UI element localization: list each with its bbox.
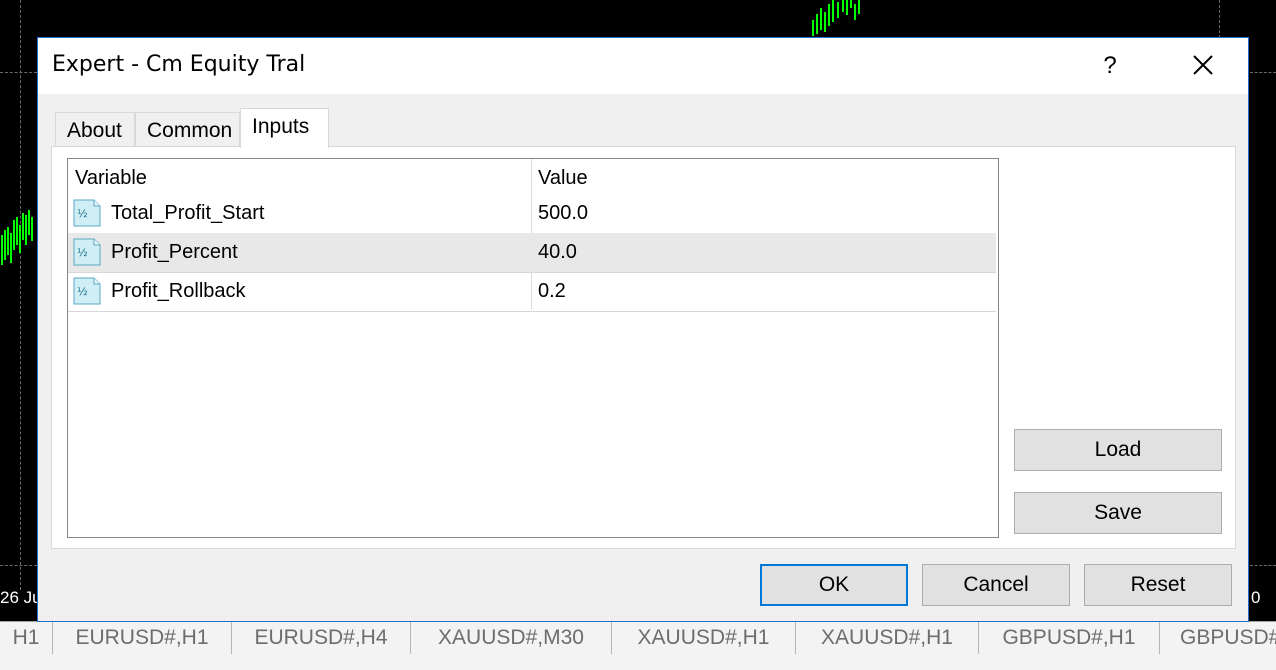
- save-button[interactable]: Save: [1014, 492, 1222, 534]
- tab-about[interactable]: About: [55, 112, 135, 146]
- grid-line: [0, 72, 37, 73]
- ok-button[interactable]: OK: [760, 564, 908, 606]
- cancel-button[interactable]: Cancel: [922, 564, 1070, 606]
- symbol-tab[interactable]: XAUUSD#,H1: [612, 622, 796, 654]
- double-variable-icon: ½: [73, 277, 101, 305]
- svg-text:½: ½: [77, 285, 88, 298]
- table-row[interactable]: ½ Profit_Percent 40.0: [68, 233, 996, 273]
- grid-line: [1250, 565, 1276, 566]
- symbol-tab[interactable]: H1: [0, 622, 53, 654]
- grid-line: [20, 0, 21, 590]
- variable-name: Profit_Rollback: [111, 280, 246, 302]
- chart-date-label: 26 Ju: [0, 588, 42, 607]
- header-variable[interactable]: Variable: [75, 159, 147, 197]
- symbol-tab[interactable]: XAUUSD#,M30: [411, 622, 612, 654]
- variable-value[interactable]: 500.0: [538, 194, 588, 232]
- symbol-tab-bar: H1 EURUSD#,H1 EURUSD#,H4 XAUUSD#,M30 XAU…: [0, 621, 1276, 670]
- table-row[interactable]: ½ Total_Profit_Start 500.0: [68, 194, 996, 234]
- close-button[interactable]: [1178, 46, 1228, 86]
- svg-text:½: ½: [77, 207, 88, 220]
- variable-value[interactable]: 40.0: [538, 233, 577, 271]
- chart-date-label-right: 0: [1251, 588, 1261, 607]
- variable-name: Total_Profit_Start: [111, 202, 265, 224]
- header-value[interactable]: Value: [538, 159, 588, 197]
- price-candles-top: [812, 0, 860, 36]
- inputs-table[interactable]: Variable Value ½ Total_Profit_Start 500.…: [67, 158, 999, 538]
- tab-inputs[interactable]: Inputs: [240, 108, 329, 148]
- close-icon: [1193, 55, 1213, 75]
- double-variable-icon: ½: [73, 238, 101, 266]
- expert-properties-dialog: Expert - Cm Equity Tral ? About Common I…: [37, 37, 1249, 622]
- grid-line: [1250, 72, 1276, 73]
- dialog-titlebar[interactable]: Expert - Cm Equity Tral ?: [38, 38, 1248, 94]
- double-variable-icon: ½: [73, 199, 101, 227]
- inputs-panel: Variable Value ½ Total_Profit_Start 500.…: [51, 146, 1236, 549]
- variable-value[interactable]: 0.2: [538, 272, 566, 310]
- symbol-tab[interactable]: EURUSD#,H4: [232, 622, 411, 654]
- reset-button[interactable]: Reset: [1084, 564, 1232, 606]
- tab-common[interactable]: Common: [135, 112, 240, 146]
- help-button[interactable]: ?: [1090, 46, 1130, 86]
- symbol-tab[interactable]: XAUUSD#,H1: [796, 622, 979, 654]
- symbol-tab[interactable]: GBPUSD#: [1160, 622, 1276, 654]
- table-header: Variable Value: [68, 159, 996, 198]
- dialog-title: Expert - Cm Equity Tral: [52, 52, 306, 77]
- symbol-tab[interactable]: EURUSD#,H1: [53, 622, 232, 654]
- variable-name: Profit_Percent: [111, 241, 238, 263]
- grid-line: [0, 565, 37, 566]
- price-candles-left: [1, 210, 33, 265]
- table-row[interactable]: ½ Profit_Rollback 0.2: [68, 272, 996, 312]
- svg-text:½: ½: [77, 246, 88, 259]
- symbol-tab[interactable]: GBPUSD#,H1: [979, 622, 1160, 654]
- load-button[interactable]: Load: [1014, 429, 1222, 471]
